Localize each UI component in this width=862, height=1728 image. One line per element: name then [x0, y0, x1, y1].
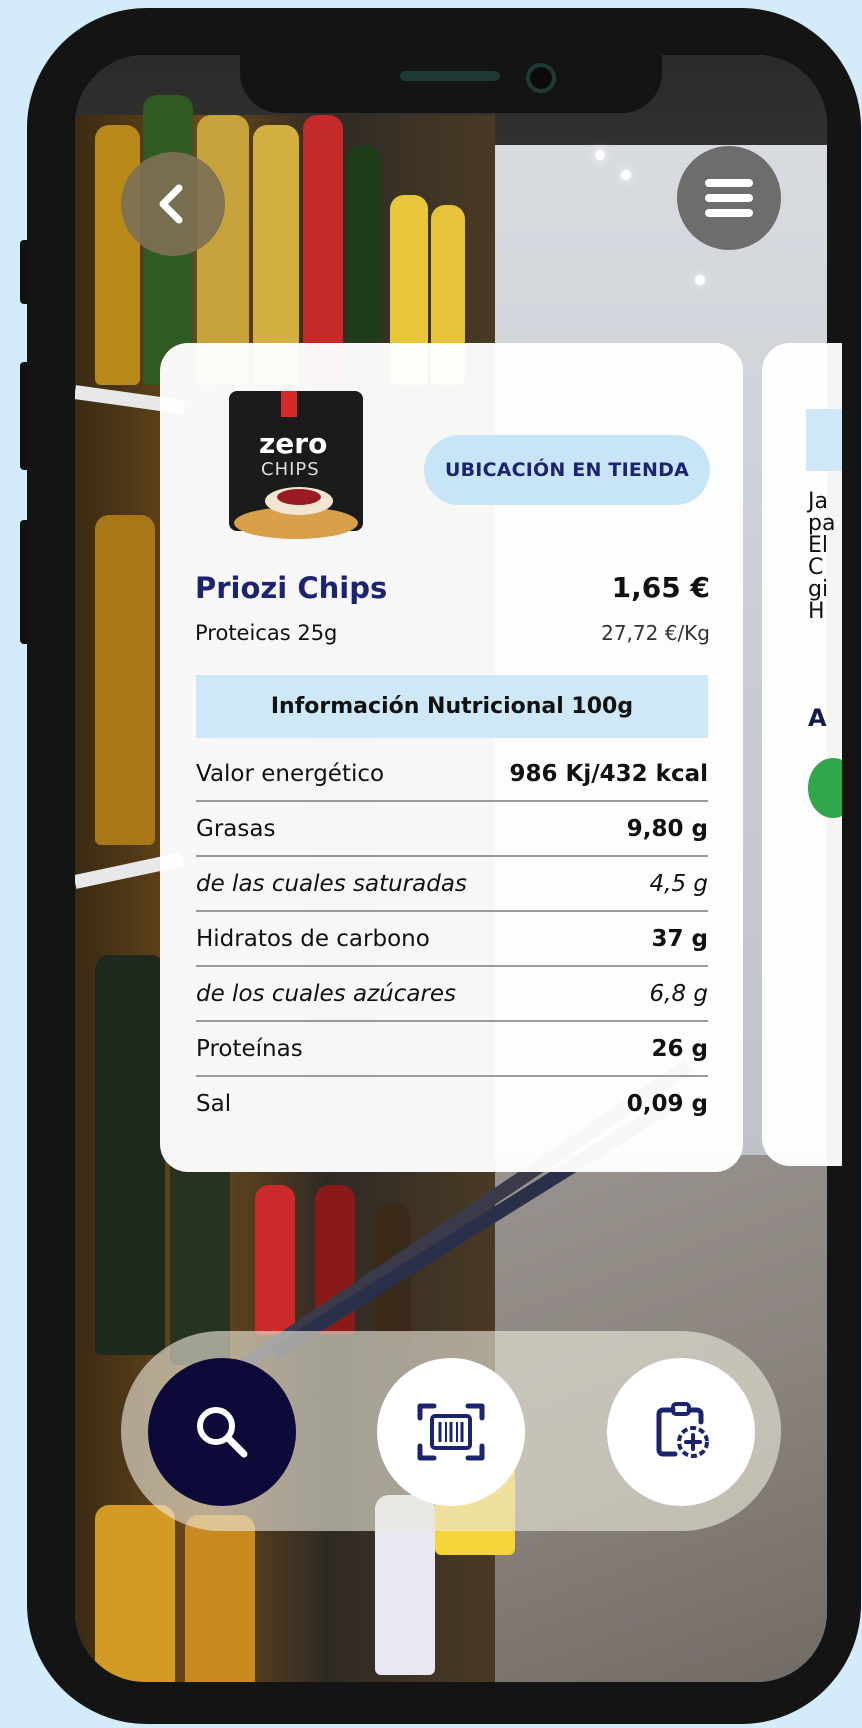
- product-name: Priozi Chips: [195, 571, 388, 605]
- next-card-text: Ja pa El C gi H: [808, 489, 836, 624]
- nutrition-header: Información Nutricional 100g: [196, 675, 708, 738]
- barcode-scan-button[interactable]: [377, 1358, 525, 1506]
- bottom-toolbar: [121, 1331, 781, 1531]
- nutrition-row: Hidratos de carbono 37 g: [196, 912, 708, 967]
- product-image-label: CHIPS: [261, 459, 320, 480]
- nutrition-row: de los cuales azúcares 6,8 g: [196, 967, 708, 1022]
- nutrition-row: Valor energético 986 Kj/432 kcal: [196, 747, 708, 802]
- nutrient-value: 0,09 g: [626, 1090, 708, 1117]
- phone-notch: [240, 55, 662, 113]
- nutrient-value: 26 g: [651, 1035, 708, 1062]
- nutrient-label: Sal: [196, 1090, 232, 1117]
- nutrient-label: Proteínas: [196, 1035, 303, 1062]
- nutrition-table: Valor energético 986 Kj/432 kcal Grasas …: [196, 747, 708, 1130]
- unit-price: 27,72 €/Kg: [601, 621, 710, 645]
- nutrient-label: de las cuales saturadas: [196, 870, 467, 897]
- front-camera: [526, 63, 556, 93]
- nutrient-label: de los cuales azúcares: [196, 980, 457, 1007]
- nutrition-row: Proteínas 26 g: [196, 1022, 708, 1077]
- nutrient-value: 6,8 g: [649, 980, 709, 1007]
- nutrition-row: de las cuales saturadas 4,5 g: [196, 857, 708, 912]
- product-price: 1,65 €: [611, 571, 710, 604]
- search-button[interactable]: [148, 1358, 296, 1506]
- hamburger-menu-icon: [705, 179, 753, 217]
- nutrient-label: Grasas: [196, 815, 276, 842]
- nutrient-value: 9,80 g: [626, 815, 708, 842]
- search-icon: [197, 1407, 248, 1458]
- chevron-left-icon: [159, 184, 183, 224]
- product-image-brand: zero: [259, 427, 328, 460]
- next-card-heading: A: [808, 704, 827, 732]
- product-subtitle: Proteicas 25g: [195, 621, 338, 645]
- next-card-button: [806, 409, 842, 471]
- nutrient-label: Valor energético: [196, 760, 385, 787]
- nutrient-value: 986 Kj/432 kcal: [509, 760, 708, 787]
- add-to-list-button[interactable]: [607, 1358, 755, 1506]
- nutrition-row: Grasas 9,80 g: [196, 802, 708, 857]
- product-image: zero CHIPS: [221, 383, 371, 543]
- next-card-badge: [808, 758, 842, 818]
- nutrition-row: Sal 0,09 g: [196, 1077, 708, 1130]
- clipboard-add-icon: [656, 1402, 709, 1458]
- menu-button[interactable]: [677, 146, 781, 250]
- speaker-grille: [400, 71, 500, 81]
- nutrient-label: Hidratos de carbono: [196, 925, 430, 952]
- barcode-scan-icon: [417, 1403, 485, 1461]
- nutrient-value: 37 g: [651, 925, 708, 952]
- nutrient-value: 4,5 g: [649, 870, 709, 897]
- back-button[interactable]: [121, 152, 225, 256]
- product-card: zero CHIPS UBICACIÓN EN TIENDA Priozi Ch…: [160, 343, 743, 1172]
- store-location-button[interactable]: UBICACIÓN EN TIENDA: [424, 435, 710, 505]
- next-product-card[interactable]: Ja pa El C gi H A: [762, 343, 842, 1166]
